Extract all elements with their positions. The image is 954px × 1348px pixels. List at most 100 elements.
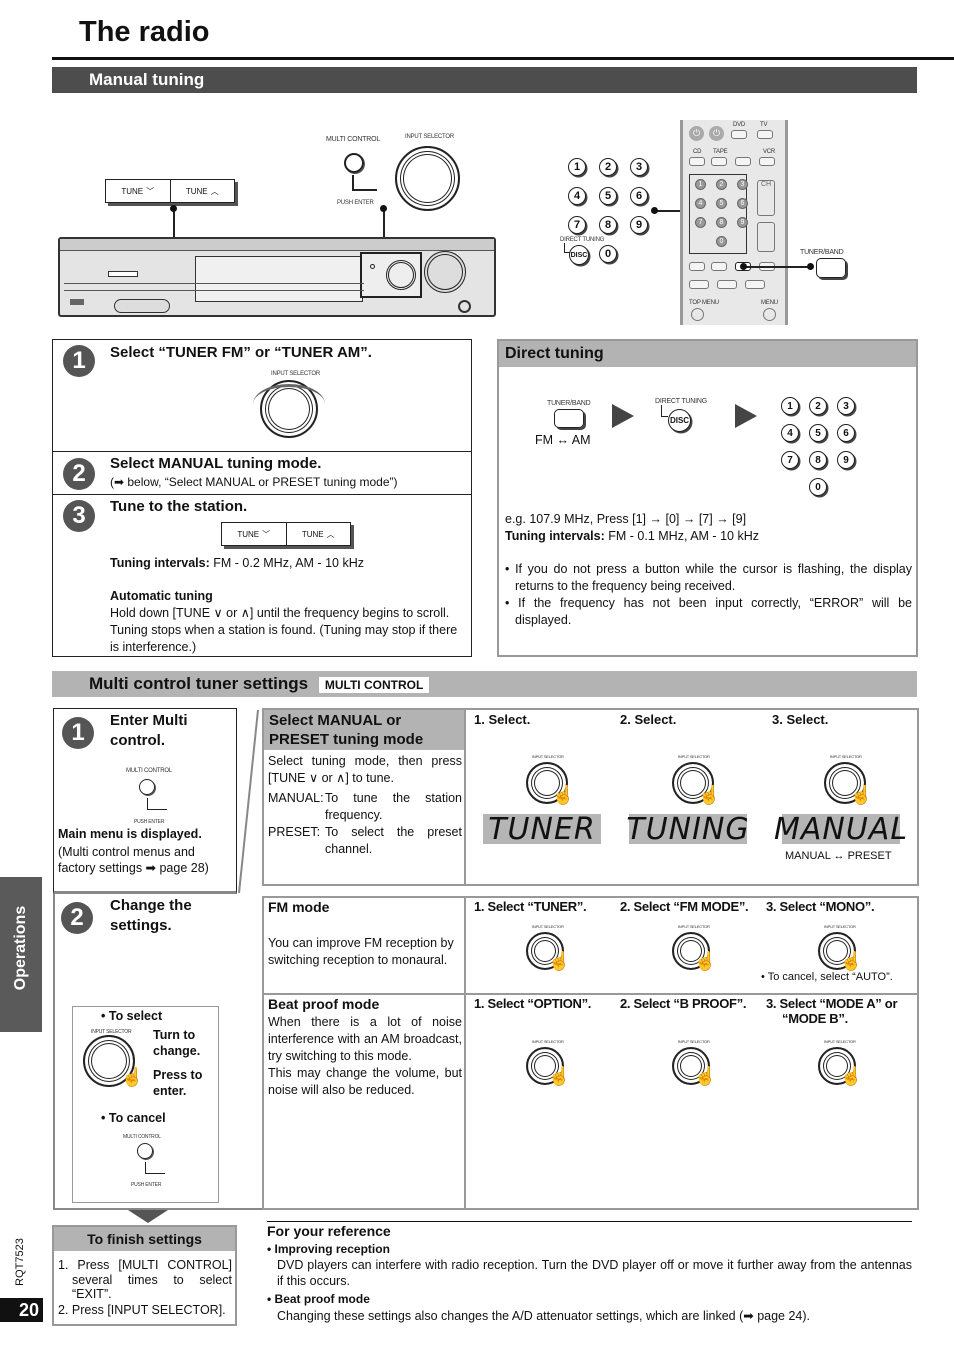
keypad-button: 4 [568, 187, 586, 205]
step-label: 1. Select. [474, 712, 531, 727]
remote-diagram: 1234567890 DIRECT TUNING DISC ⏻ ⏻ DVD TV… [558, 120, 858, 330]
keypad-button: 2 [809, 397, 827, 415]
mc-step-1-title: Enter Multi control. [110, 712, 188, 749]
hand-pointer-icon: ☝ [121, 1067, 144, 1087]
reference-rule [267, 1221, 912, 1222]
step-number-2: 2 [61, 902, 93, 934]
highlight-box [360, 252, 422, 298]
hand-pointer-icon: ☝ [840, 1066, 863, 1086]
to-cancel-label: • To cancel [101, 1111, 166, 1125]
bullet-item: • If you do not press a button while the… [505, 562, 912, 593]
fm-cancel-text: To cancel, select “AUTO”. [767, 971, 893, 983]
input-selector-label: INPUT SELECTOR [678, 924, 710, 929]
input-selector-label: INPUT SELECTOR [678, 1039, 710, 1044]
reference-text: Changing these settings also changes the… [277, 1309, 811, 1323]
bullet-text: If the frequency has not been input corr… [515, 596, 912, 627]
multi-control-label: MULTI CONTROL [123, 1134, 161, 1140]
direct-intervals: Tuning intervals: FM - 0.1 MHz, AM - 10 … [505, 528, 759, 545]
mc-step-1: 1 Enter Multi control. MULTI CONTROL PUS… [53, 708, 237, 894]
step-label: 1. Select “TUNER”. [474, 899, 587, 914]
number-keypad: 123 456 7890 [781, 397, 861, 497]
tune-up-label: TUNE [301, 529, 324, 539]
keypad-button: 0 [599, 245, 617, 263]
example-text: e.g. 107.9 MHz, Press [1] → [0] → [7] → … [505, 512, 747, 526]
page-title: The radio [79, 16, 210, 48]
hand-pointer-icon: ☝ [694, 1066, 717, 1086]
step-2-title: Select MANUAL tuning mode. [110, 455, 322, 472]
step-label: 1. Select “OPTION”. [474, 996, 592, 1011]
tuner-band-button [816, 258, 846, 278]
intervals-value: FM - 0.2 MHz, AM - 10 kHz [209, 556, 364, 570]
receiver-display [195, 256, 363, 302]
remote-keypad-button: 6 [737, 198, 748, 209]
volume-knob [424, 251, 466, 293]
doc-code: RQT7523 [14, 1238, 26, 1286]
multi-control-knob [139, 779, 155, 795]
keypad-button: 8 [599, 216, 617, 234]
hand-pointer-icon: ☝ [548, 951, 571, 971]
tuner-band-label: TUNER/BAND [547, 400, 591, 407]
remote-keypad-button: 2 [716, 179, 727, 190]
reference-heading-text: Improving reception [274, 1242, 390, 1256]
cd-label: CD [693, 149, 702, 155]
keypad-button: 6 [837, 424, 855, 442]
receiver-body [58, 237, 496, 317]
tuner-band-label: TUNER/BAND [800, 249, 844, 256]
input-selector-label: INPUT SELECTOR [824, 1039, 856, 1044]
keypad-button: 9 [630, 216, 648, 234]
multi-control-mini [370, 264, 375, 269]
remote-button [711, 262, 727, 271]
band-toggle-text: FM ↔ AM [535, 433, 591, 447]
manual-desc: To tune the station frequency. [325, 791, 462, 822]
keypad-button: 3 [837, 397, 855, 415]
disc-button: DISC [569, 245, 589, 265]
keypad-button: 1 [568, 158, 586, 176]
rotate-arrows-icon [253, 384, 325, 424]
select-mode-intro: Select tuning mode, then press [TUNE ∨ o… [268, 754, 462, 785]
remote-keypad-button: 1 [695, 179, 706, 190]
select-mode-title: Select MANUAL or PRESET tuning mode [264, 710, 464, 750]
manual-preset-toggle: MANUAL ↔ PRESET [785, 850, 892, 862]
side-tab: Operations [0, 877, 42, 1032]
finish-step-1: 1. Press [MULTI CONTROL] several times t… [58, 1258, 232, 1301]
step-label: 3. Select “MODE A” or “MODE B”. [766, 996, 898, 1026]
step-number-2: 2 [63, 458, 95, 490]
section-header-manual-tuning: Manual tuning [52, 67, 917, 93]
push-enter-label: PUSH ENTER [337, 200, 374, 206]
mc-step-2: 2 Change the settings. • To select INPUT… [53, 894, 262, 1210]
remote-keypad-button: 7 [695, 217, 706, 228]
keypad-button: 3 [630, 158, 648, 176]
keypad-button: 0 [809, 478, 827, 496]
controls-legend-box: • To select INPUT SELECTOR ☝ Turn to cha… [72, 1006, 219, 1203]
main-menu-text: Main menu is displayed. [58, 827, 202, 841]
menu-label: MENU [761, 300, 778, 306]
tune-down-button: TUNE ﹀ [222, 523, 286, 545]
recorder-button [735, 157, 751, 166]
speakers-button [108, 271, 138, 277]
remote-keypad-button: 9 [737, 217, 748, 228]
auto-tuning-text: Hold down [TUNE ∨ or ∧] until the freque… [110, 606, 458, 654]
reference-heading-text: Beat proof mode [274, 1292, 370, 1306]
finish-settings-title: To finish settings [54, 1227, 235, 1251]
chevron-up-icon: ︿ [326, 529, 335, 539]
tune-down-label: TUNE [237, 529, 260, 539]
down-arrow-icon [128, 1210, 168, 1223]
select-mode-row: Select MANUAL or PRESET tuning mode Sele… [262, 708, 919, 886]
dvd-label: DVD [733, 122, 746, 128]
main-menu-note: (Multi control menus and factory setting… [58, 845, 209, 875]
toggle-right-label: PRESET [847, 850, 892, 862]
multi-control-knob [137, 1143, 153, 1159]
press-to-enter: Press to enter. [153, 1068, 203, 1098]
front-jacks [114, 299, 170, 313]
phones-jack [458, 300, 471, 313]
ch-label: CH [760, 181, 772, 188]
tune-up-button: TUNE ︿ [169, 180, 235, 202]
callout-dot [380, 205, 387, 212]
play-button [745, 280, 765, 289]
manual-steps-panel: 1 Select “TUNER FM” or “TUNER AM”. INPUT… [52, 339, 472, 657]
section-header-multi-control: Multi control tuner settings MULTI CONTR… [52, 671, 917, 697]
intervals-label: Tuning intervals: [505, 529, 605, 543]
channel-rocker: CH [757, 180, 775, 216]
fm-mode-title: FM mode [268, 899, 330, 915]
finish-step-text: Press [INPUT SELECTOR]. [71, 1303, 226, 1317]
